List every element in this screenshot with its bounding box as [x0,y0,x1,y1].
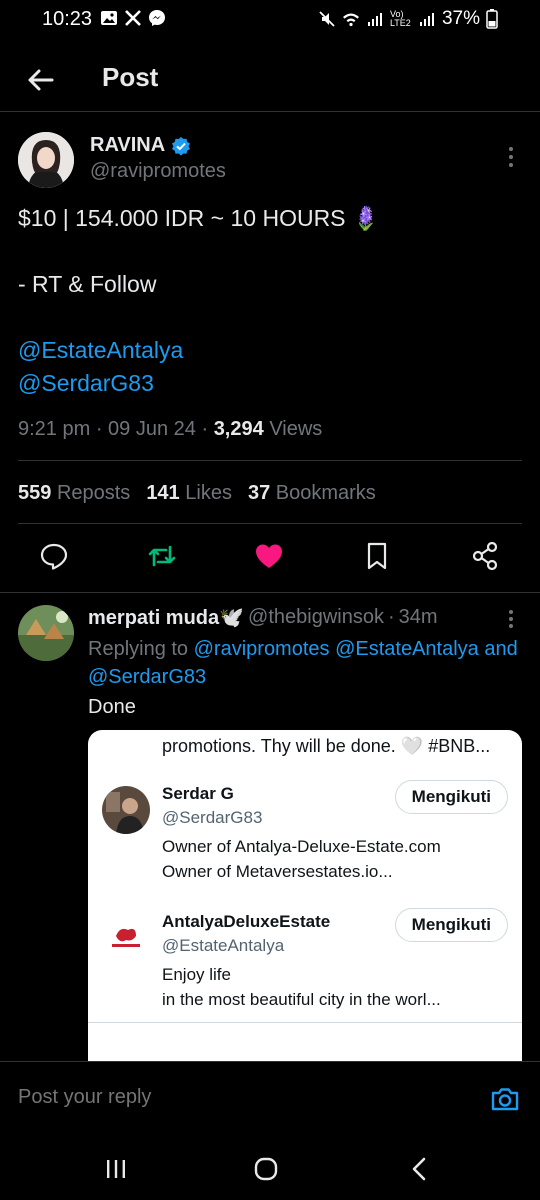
reply-composer [0,1061,540,1137]
post-line: $10 | 154.000 IDR ~ 10 HOURS 🪻 [18,205,381,231]
brand-logo [102,914,150,962]
battery-icon [486,9,498,29]
more-options-icon[interactable] [508,609,514,629]
verified-badge-icon [172,136,191,155]
avatar-photo [18,132,74,188]
signal-icon [419,13,434,26]
avatar-photo [18,605,74,661]
reply-icon[interactable] [38,540,70,572]
avatar-photo [102,786,150,834]
recent-apps-icon[interactable] [100,1153,132,1185]
divider [0,592,540,593]
status-time: 10:23 [42,8,93,30]
following-button: Mengikuti [394,780,508,814]
volte-label: Vo) LTE2 [389,9,411,28]
bio-line: Owner of Metaversestates.io... [162,862,393,881]
card-top-text: promotions. Thy will be done. 🤍 #BNB... [162,736,491,756]
reply-author-handle[interactable]: @thebigwinsok [248,606,384,629]
views-count: 3,294 [213,418,264,440]
bookmark-icon[interactable] [361,540,393,572]
image-icon [101,11,117,25]
back-icon[interactable] [404,1153,436,1185]
bookmarks-label: Bookmarks [275,482,376,504]
post-line [18,301,523,334]
likes-stat[interactable]: 141 Likes [146,482,232,505]
home-icon[interactable] [250,1153,282,1185]
post-date: 09 Jun 24 [108,418,196,440]
avatar [102,786,150,834]
divider [88,1022,522,1023]
messenger-icon [149,10,165,26]
like-icon[interactable] [253,540,285,572]
attached-image[interactable]: promotions. Thy will be done. 🤍 #BNB... … [88,730,522,1064]
likes-count: 141 [146,482,180,504]
author-name[interactable]: RAVINA [90,134,165,157]
user-suggestion: AntalyaDeluxeEstate @EstateAntalya Enjoy… [88,906,522,1016]
signal-icon [367,13,382,26]
post-line: - RT & Follow [18,271,157,297]
mention-link[interactable]: @SerdarG83 [88,666,206,688]
wifi-icon [342,13,359,27]
battery-percent: 37% [441,8,480,29]
mention-link[interactable]: @SerdarG83 [18,367,523,400]
bio-line: Enjoy life [162,965,231,984]
mute-icon [319,11,335,27]
arrow-left-icon[interactable] [22,62,58,98]
user-name: Serdar G [162,784,234,803]
user-handle: @EstateAntalya [162,936,285,955]
post-timestamp: 9:21 pm · 09 Jun 24 · 3,294 Views [18,418,323,440]
reply-age: 34m [398,606,438,628]
reply-text: Done [88,696,136,718]
post-body: $10 | 154.000 IDR ~ 10 HOURS 🪻 - RT & Fo… [18,202,523,400]
reposts-count: 559 [18,482,52,504]
replying-prefix: Replying to [88,638,189,660]
mention-link[interactable]: @EstateAntalya [18,334,523,367]
replying-to: Replying to @ravipromotes @EstateAntalya… [88,635,518,691]
author-handle[interactable]: @ravipromotes [90,160,226,183]
repost-icon[interactable] [146,540,178,572]
post-time: 9:21 pm [18,418,91,440]
user-suggestion: Serdar G @SerdarG83 Owner of Antalya-Del… [88,778,522,888]
avatar[interactable] [18,605,74,661]
engagement-stats: 559 Reposts 141 Likes 37 Bookmarks [18,482,376,505]
reply-author-name[interactable]: merpati muda🕊️ [88,605,244,630]
x-icon [125,10,141,26]
system-nav-bar [0,1137,540,1200]
divider [18,460,522,461]
bookmarks-count: 37 [247,482,271,504]
following-button: Mengikuti [394,908,508,942]
user-bio: Owner of Antalya-Deluxe-Estate.com Owner… [162,834,502,884]
more-options-icon[interactable] [508,146,514,168]
user-bio: Enjoy life in the most beautiful city in… [162,962,502,1012]
reposts-label: Reposts [56,482,131,504]
page-title: Post [102,62,159,92]
action-bar [0,540,540,576]
camera-icon[interactable] [490,1084,520,1114]
likes-label: Likes [185,482,232,504]
bio-line: Owner of Antalya-Deluxe-Estate.com [162,837,441,856]
mention-link[interactable]: @ravipromotes [194,638,330,660]
post-line [18,235,523,268]
bookmarks-stat[interactable]: 37 Bookmarks [248,482,376,505]
and-text: and [484,638,518,660]
reply-separator: · [387,606,395,628]
user-name: AntalyaDeluxeEstate [162,912,331,931]
divider [18,523,522,524]
bio-line: in the most beautiful city in the worl..… [162,990,441,1009]
top-app-bar: Post [0,50,540,112]
avatar[interactable] [18,132,74,188]
reposts-stat[interactable]: 559 Reposts [18,482,130,505]
user-handle: @SerdarG83 [162,808,263,827]
status-bar: 10:23 Vo) LTE2 37% [0,0,540,40]
reply-input[interactable] [18,1086,418,1109]
share-icon[interactable] [469,540,501,572]
mention-link[interactable]: @EstateAntalya [335,638,479,660]
views-label: Views [269,418,323,440]
avatar [102,914,150,962]
